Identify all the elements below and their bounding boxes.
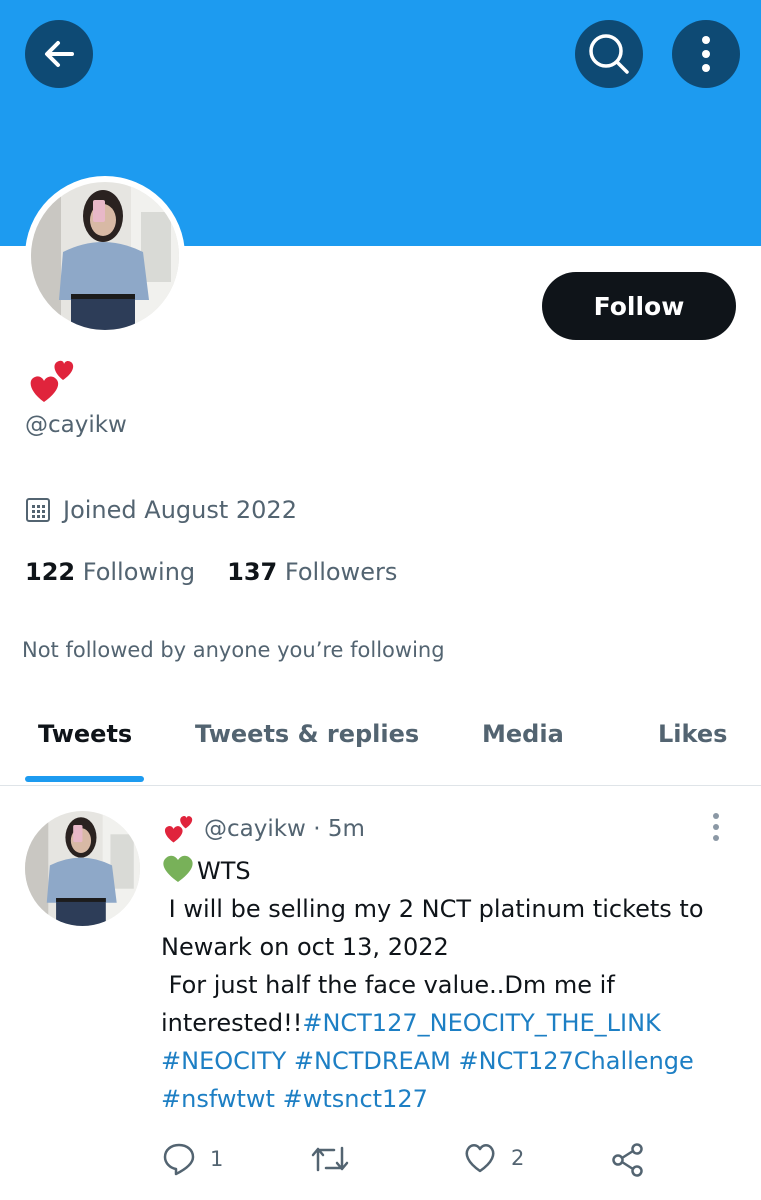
tweet-line-5: interested!! [161, 1009, 303, 1037]
tweet-line-3: Newark on oct 13, 2022 [161, 933, 449, 961]
profile-handle: @cayikw [25, 412, 127, 438]
more-options-button[interactable] [672, 20, 740, 88]
retweet-button[interactable] [310, 1142, 364, 1176]
following-link[interactable]: 122 Following [25, 558, 195, 586]
green-heart-emoji-icon [161, 853, 195, 894]
hashtag-link[interactable]: #nsfwtwt [161, 1085, 275, 1113]
tweet-header: @cayikw · 5m [162, 814, 365, 844]
avatar-photo [31, 182, 179, 330]
tweet-more-button[interactable] [708, 812, 724, 846]
search-button[interactable] [575, 20, 643, 88]
display-name [26, 358, 76, 408]
more-vertical-icon [713, 813, 719, 841]
hashtag-link[interactable]: #wtsnct127 [283, 1085, 428, 1113]
joined-text: Joined August 2022 [63, 496, 297, 524]
tweet-actions: 1 2 [0, 1136, 761, 1184]
following-label: Following [82, 558, 196, 586]
active-tab-indicator [25, 776, 144, 782]
share-icon [612, 1143, 643, 1177]
tweet-handle[interactable]: @cayikw [204, 816, 306, 842]
heart-icon [465, 1144, 495, 1173]
like-count: 2 [511, 1146, 525, 1170]
share-button[interactable] [610, 1142, 646, 1178]
hashtag-link[interactable]: #NCT127_NEOCITY_THE_LINK [302, 1009, 660, 1037]
following-count: 122 [25, 558, 76, 586]
arrow-left-icon [45, 41, 74, 67]
tweet-line-2: I will be selling my 2 NCT platinum tick… [161, 895, 704, 923]
calendar-icon [25, 497, 51, 523]
follow-button[interactable]: Follow [542, 272, 736, 340]
joined-date: Joined August 2022 [25, 496, 297, 524]
tweet-text: WTS I will be selling my 2 NCT platinum … [161, 852, 751, 1118]
followers-count: 137 [227, 558, 278, 586]
tab-tweets[interactable]: Tweets [38, 720, 132, 748]
profile-tabs: Tweets Tweets & replies Media Likes [0, 700, 761, 786]
tab-tweets-replies[interactable]: Tweets & replies [195, 720, 419, 748]
tab-likes[interactable]: Likes [658, 720, 727, 748]
more-vertical-icon [702, 36, 710, 72]
tweet-time[interactable]: 5m [328, 816, 365, 842]
avatar-photo [25, 811, 140, 926]
reply-button[interactable]: 1 [162, 1142, 223, 1176]
search-icon [589, 34, 629, 74]
two-hearts-emoji-icon [162, 814, 194, 844]
followers-label: Followers [284, 558, 398, 586]
tab-media[interactable]: Media [482, 720, 564, 748]
not-followed-notice: Not followed by anyone you’re following [22, 638, 445, 662]
tweet-line-1: WTS [197, 857, 251, 885]
two-hearts-emoji-icon [30, 360, 74, 402]
like-button[interactable]: 2 [463, 1142, 524, 1174]
profile-avatar[interactable] [25, 176, 185, 336]
tweet-separator: · [313, 816, 321, 842]
followers-link[interactable]: 137 Followers [227, 558, 397, 586]
reply-count: 1 [210, 1147, 224, 1171]
reply-icon [163, 1143, 195, 1176]
hashtag-link[interactable]: #NEOCITY [161, 1047, 286, 1075]
back-button[interactable] [25, 20, 93, 88]
hashtag-link[interactable]: #NCTDREAM [294, 1047, 451, 1075]
hashtag-link[interactable]: #NCT127Challenge [459, 1047, 694, 1075]
tweet-line-4: For just half the face value..Dm me if [161, 971, 615, 999]
follow-counts: 122 Following 137 Followers [25, 558, 397, 586]
tweet-avatar[interactable] [25, 811, 140, 926]
retweet-icon [311, 1146, 349, 1172]
